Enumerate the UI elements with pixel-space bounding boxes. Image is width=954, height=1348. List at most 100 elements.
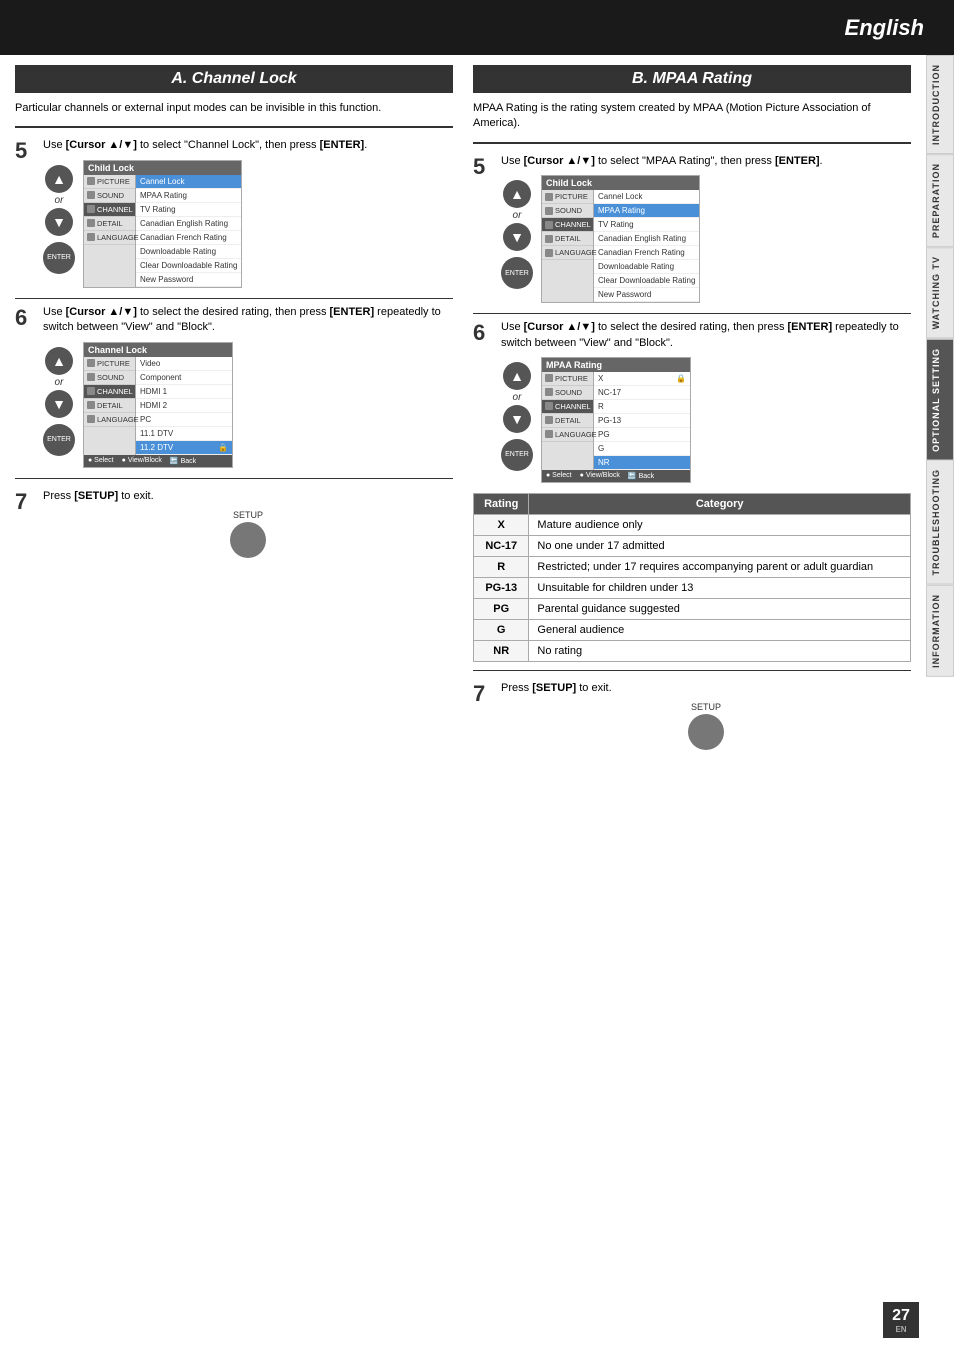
or-a6: or: [55, 377, 64, 388]
step-a7: 7 Press [SETUP] to exit. SETUP: [15, 489, 453, 558]
menu-b6-right: X 🔒 NC-17 R PG-13 PG G NR: [594, 372, 690, 470]
menu-b5-title: Child Lock: [542, 176, 699, 190]
setup-label-b: SETUP: [691, 702, 721, 712]
menu-b5-left-picture: PICTURE: [542, 190, 593, 204]
menu-a5-left: PICTURE SOUND CHANNEL DETAIL LANGUAGE: [84, 175, 136, 287]
menu-a6-video: Video: [136, 357, 232, 371]
menu-a6-select: ● Select: [88, 457, 114, 465]
tab-introduction[interactable]: INTRODUCTION: [926, 55, 954, 154]
table-row: X Mature audience only: [474, 514, 911, 535]
step-a6-text: Use [Cursor ▲/▼] to select the desired r…: [43, 305, 453, 336]
table-row: R Restricted; under 17 requires accompan…: [474, 556, 911, 577]
step-b5-illustration: ▲ or ▼ ENTER Child Lock PICTURE SOUND: [501, 175, 911, 303]
section-a-desc: Particular channels or external input mo…: [15, 101, 453, 116]
language-label: English: [845, 15, 924, 41]
menu-b5-left-channel: CHANNEL: [542, 218, 593, 232]
rating-g: G: [474, 619, 529, 640]
mpaa-rating-section: B. MPAA Rating MPAA Rating is the rating…: [473, 65, 911, 750]
menu-a6-left-detail: DETAIL: [84, 399, 135, 413]
menu-item-newpw: New Password: [136, 273, 241, 287]
rating-table-header-rating: Rating: [474, 493, 529, 514]
menu-b5-right: Cannel Lock MPAA Rating TV Rating Canadi…: [594, 190, 699, 302]
enter-btn-a5: ENTER: [43, 242, 75, 274]
menu-b5-can-fr: Canadian French Rating: [594, 246, 699, 260]
menu-b6-body: PICTURE SOUND CHANNEL DETAIL LANGUAGE X …: [542, 372, 690, 470]
menu-b6-pg: PG: [594, 428, 690, 442]
menu-b6-left-language: LANGUAGE: [542, 428, 593, 442]
step-a6: 6 Use [Cursor ▲/▼] to select the desired…: [15, 305, 453, 468]
col-divider-a67: [15, 478, 453, 479]
menu-b6-nc17: NC-17: [594, 386, 690, 400]
table-row: NC-17 No one under 17 admitted: [474, 535, 911, 556]
step-a5-content: Use [Cursor ▲/▼] to select "Channel Lock…: [43, 138, 453, 287]
menu-b6-left-channel: CHANNEL: [542, 400, 593, 414]
tab-preparation[interactable]: PREPARATION: [926, 154, 954, 247]
menu-b6-g: G: [594, 442, 690, 456]
page-number: 27 EN: [883, 1302, 919, 1338]
tab-watching-tv[interactable]: WATCHING TV: [926, 247, 954, 338]
col-divider-a56: [15, 298, 453, 299]
rating-r: R: [474, 556, 529, 577]
table-row: G General audience: [474, 619, 911, 640]
menu-b6-title: MPAA Rating: [542, 358, 690, 372]
category-pg13: Unsuitable for children under 13: [529, 577, 911, 598]
setup-btn-b: SETUP: [501, 702, 911, 750]
menu-b6-nr: NR: [594, 456, 690, 470]
page-number-value: 27: [892, 1307, 910, 1325]
menu-item-can-eng: Canadian English Rating: [136, 217, 241, 231]
arrow-down-b6: ▼: [503, 405, 531, 433]
arrow-up-b6: ▲: [503, 362, 531, 390]
step-a5-illustration: ▲ or ▼ ENTER Child Lock PICTURE SOUND: [43, 160, 453, 288]
menu-b5-can-eng: Canadian English Rating: [594, 232, 699, 246]
menu-item-can-fr: Canadian French Rating: [136, 231, 241, 245]
two-column-layout: A. Channel Lock Particular channels or e…: [15, 65, 911, 750]
tab-information[interactable]: INFORMATION: [926, 585, 954, 677]
menu-item-tv: TV Rating: [136, 203, 241, 217]
step-b6-number: 6: [473, 320, 493, 483]
menu-b5-cannel: Cannel Lock: [594, 190, 699, 204]
arrow-down-b5: ▼: [503, 223, 531, 251]
menu-b6-viewblock: ● View/Block: [580, 472, 620, 480]
arrow-up-a5: ▲: [45, 165, 73, 193]
menu-item-mpaa: MPAA Rating: [136, 189, 241, 203]
remote-b6: ▲ or ▼ ENTER: [501, 362, 533, 471]
tab-optional-setting[interactable]: OPTIONAL SETTING: [926, 339, 954, 461]
tab-troubleshooting[interactable]: TROUBLESHOOTING: [926, 460, 954, 585]
menu-a6-viewblock: ● View/Block: [122, 457, 162, 465]
menu-b6-bottom: ● Select ● View/Block 🔙 Back: [542, 470, 690, 482]
menu-a5-right: Cannel Lock MPAA Rating TV Rating Canadi…: [136, 175, 241, 287]
category-g: General audience: [529, 619, 911, 640]
col-divider-b67: [473, 670, 911, 671]
or-b6: or: [513, 392, 522, 403]
remote-a6: ▲ or ▼ ENTER: [43, 347, 75, 456]
step-b7-content: Press [SETUP] to exit. SETUP: [501, 681, 911, 750]
top-bar: English: [0, 0, 954, 55]
step-b7-number: 7: [473, 681, 493, 707]
category-nr: No rating: [529, 640, 911, 661]
menu-left-detail: DETAIL: [84, 217, 135, 231]
category-r: Restricted; under 17 requires accompanyi…: [529, 556, 911, 577]
menu-a5: Child Lock PICTURE SOUND CHANNEL DETAIL …: [83, 160, 242, 288]
menu-b5-clear-dl: Clear Downloadable Rating: [594, 274, 699, 288]
enter-btn-a6: ENTER: [43, 424, 75, 456]
menu-b6-pg13: PG-13: [594, 414, 690, 428]
step-b5-number: 5: [473, 154, 493, 303]
setup-circle-b: [688, 714, 724, 750]
category-x: Mature audience only: [529, 514, 911, 535]
rating-x: X: [474, 514, 529, 535]
menu-a6-left-picture: PICTURE: [84, 357, 135, 371]
menu-b6-r: R: [594, 400, 690, 414]
step-a5-number: 5: [15, 138, 35, 287]
remote-b5: ▲ or ▼ ENTER: [501, 180, 533, 289]
arrow-down-a6: ▼: [45, 390, 73, 418]
step-b5-text: Use [Cursor ▲/▼] to select "MPAA Rating"…: [501, 154, 911, 169]
main-content: A. Channel Lock Particular channels or e…: [0, 55, 926, 760]
menu-b5-left-sound: SOUND: [542, 204, 593, 218]
step-b6-content: Use [Cursor ▲/▼] to select the desired r…: [501, 320, 911, 483]
or-b5: or: [513, 210, 522, 221]
menu-a6-bottom: ● Select ● View/Block 🔙 Back: [84, 455, 232, 467]
menu-a6-dtv1: 11.1 DTV: [136, 427, 232, 441]
step-b5: 5 Use [Cursor ▲/▼] to select "MPAA Ratin…: [473, 154, 911, 303]
step-a5: 5 Use [Cursor ▲/▼] to select "Channel Lo…: [15, 138, 453, 287]
menu-a6-left-sound: SOUND: [84, 371, 135, 385]
